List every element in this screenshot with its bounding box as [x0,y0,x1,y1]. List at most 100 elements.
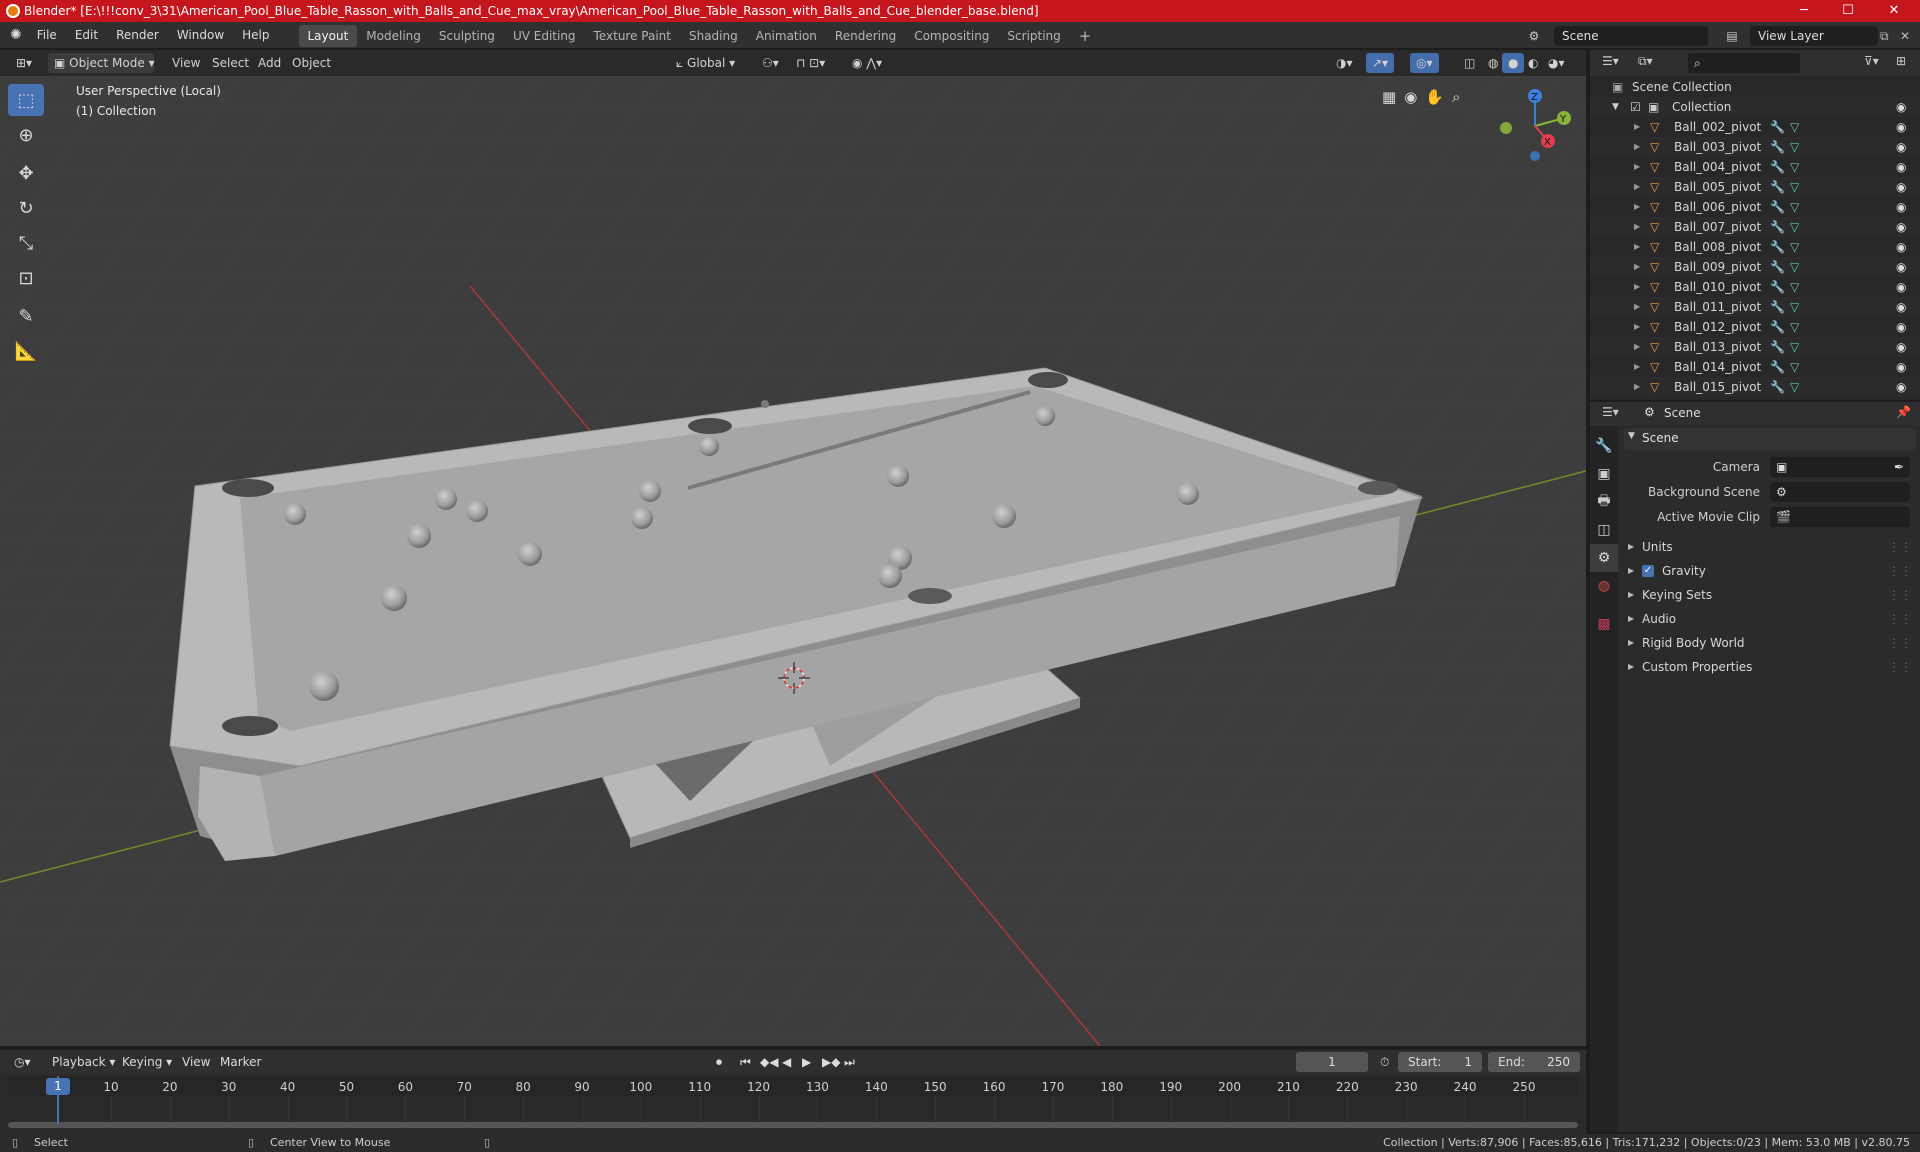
expand-icon[interactable]: ▶ [1634,197,1640,217]
eye-icon[interactable]: ◉ [1896,277,1906,297]
drag-handle-icon[interactable]: ⋮⋮ [1888,609,1912,629]
mesh-data-icon[interactable]: ▽ [1790,217,1799,237]
camera-view-icon[interactable]: ◉ [1404,88,1417,106]
expand-icon[interactable]: ▶ [1634,117,1640,137]
eye-icon[interactable]: ◉ [1896,317,1906,337]
eye-icon[interactable]: ◉ [1896,97,1906,117]
scene-tab-icon[interactable]: ⚙ [1590,544,1618,572]
modifier-icon[interactable]: 🔧 [1770,177,1785,197]
menu-render[interactable]: Render [107,22,168,48]
drag-handle-icon[interactable]: ⋮⋮ [1888,657,1912,677]
add-menu[interactable]: Add [252,53,287,73]
outliner-item[interactable]: ▶ ▽ Ball_013_pivot 🔧 ▽ ◉ [1590,337,1920,357]
rendered-shading-icon[interactable]: ◕▾ [1542,53,1571,73]
property-section-header[interactable]: ▶ Units ⋮⋮ [1624,537,1916,557]
eye-icon[interactable]: ◉ [1896,217,1906,237]
mesh-data-icon[interactable]: ▽ [1790,137,1799,157]
transform-tool-icon[interactable]: ⊡ [8,262,44,294]
mesh-data-icon[interactable]: ▽ [1790,257,1799,277]
scale-tool-icon[interactable]: ⤡ [8,227,44,259]
end-frame-field[interactable]: End: 250 [1488,1052,1580,1072]
eye-icon[interactable]: ◉ [1896,237,1906,257]
view-layer-tab-icon[interactable]: ◫ [1590,516,1618,544]
expand-icon[interactable]: ▶ [1634,177,1640,197]
expand-icon[interactable]: ▶ [1634,377,1640,397]
outliner-item[interactable]: ▶ ▽ Ball_009_pivot 🔧 ▽ ◉ [1590,257,1920,277]
rotate-tool-icon[interactable]: ↻ [8,192,44,224]
expand-icon[interactable]: ▶ [1634,157,1640,177]
timeline-track-area[interactable] [8,1096,1578,1122]
modifier-icon[interactable]: 🔧 [1770,357,1785,377]
outliner-item[interactable]: ▶ ▽ Ball_012_pivot 🔧 ▽ ◉ [1590,317,1920,337]
drag-handle-icon[interactable]: ⋮⋮ [1888,537,1912,557]
outliner-item[interactable]: ▶ ▽ Ball_005_pivot 🔧 ▽ ◉ [1590,177,1920,197]
record-icon[interactable]: ⏺ [710,1052,728,1072]
mesh-data-icon[interactable]: ▽ [1790,297,1799,317]
view-layer-name-field[interactable]: View Layer [1750,26,1878,46]
timeline-editor-type-icon[interactable]: ◷▾ [8,1052,37,1072]
expand-icon[interactable]: ▶ [1634,317,1640,337]
maximize-button[interactable]: ☐ [1828,0,1868,22]
object-menu[interactable]: Object [286,53,337,73]
outliner-item[interactable]: ▶ ▽ Ball_011_pivot 🔧 ▽ ◉ [1590,297,1920,317]
outliner-scene-collection[interactable]: ▣ Scene Collection [1590,77,1920,97]
modifier-icon[interactable]: 🔧 [1770,117,1785,137]
3d-viewport[interactable]: User Perspective (Local) (1) Collection … [0,76,1586,1046]
scene-icon[interactable]: ⚙ [1524,26,1544,46]
filter-icon[interactable]: ⊽▾ [1864,54,1879,68]
modifier-icon[interactable]: 🔧 [1770,297,1785,317]
marker-menu[interactable]: Marker [214,1052,267,1072]
outliner-item[interactable]: ▶ ▽ Ball_003_pivot 🔧 ▽ ◉ [1590,137,1920,157]
modifier-icon[interactable]: 🔧 [1770,237,1785,257]
pin-icon[interactable]: 📌 [1896,405,1911,419]
start-frame-field[interactable]: Start: 1 [1398,1052,1482,1072]
view-menu[interactable]: View [166,53,206,73]
collapse-icon[interactable]: ▼ [1612,97,1619,117]
mesh-data-icon[interactable]: ▽ [1790,197,1799,217]
new-collection-icon[interactable]: ⊞ [1896,54,1906,68]
mesh-data-icon[interactable]: ▽ [1790,177,1799,197]
menu-window[interactable]: Window [168,22,233,48]
expand-icon[interactable]: ▶ [1634,297,1640,317]
object-mode-dropdown[interactable]: ▣ Object Mode ▾ [48,53,155,73]
mesh-data-icon[interactable]: ▽ [1790,277,1799,297]
outliner-item[interactable]: ▶ ▽ Ball_014_pivot 🔧 ▽ ◉ [1590,357,1920,377]
timeline-view-menu[interactable]: View [176,1052,216,1072]
modifier-icon[interactable]: 🔧 [1770,317,1785,337]
move-tool-icon[interactable]: ✥ [8,157,44,189]
gizmo-toggle-icon[interactable]: ↗▾ [1366,53,1395,73]
outliner-collection[interactable]: ▼ ☑ ▣ Collection ◉ [1590,97,1920,117]
checkbox-icon[interactable]: ☑ [1630,97,1641,117]
modifier-icon[interactable]: 🔧 [1770,217,1785,237]
minimize-button[interactable]: ─ [1784,0,1824,22]
expand-icon[interactable]: ▶ [1634,217,1640,237]
property-section-header[interactable]: ▶ Rigid Body World ⋮⋮ [1624,633,1916,653]
cursor-tool-icon[interactable]: ⊕ [8,119,44,151]
background-scene-field[interactable]: ⚙ [1770,482,1910,502]
play-icon[interactable]: ▶ [796,1052,817,1072]
eye-icon[interactable]: ◉ [1896,197,1906,217]
outliner-search-input[interactable]: ⌕ [1688,53,1800,73]
expand-icon[interactable]: ▶ [1634,257,1640,277]
timeline-scrollbar[interactable] [8,1122,1578,1128]
workspace-tab-sculpting[interactable]: Sculpting [430,25,504,47]
close-window-button[interactable]: ✕ [1874,0,1914,22]
scene-panel-header[interactable]: ▼ Scene [1624,428,1916,450]
playback-menu[interactable]: Playback ▾ [46,1052,121,1072]
eye-icon[interactable]: ◉ [1896,297,1906,317]
tool-tab-icon[interactable]: 🔧 [1590,432,1618,460]
outliner-item[interactable]: ▶ ▽ Ball_004_pivot 🔧 ▽ ◉ [1590,157,1920,177]
new-view-layer-icon[interactable]: ⧉ [1880,26,1898,46]
eye-icon[interactable]: ◉ [1896,157,1906,177]
jump-end-icon[interactable]: ⏭ [838,1052,861,1072]
drag-handle-icon[interactable]: ⋮⋮ [1888,561,1912,581]
properties-editor-type-icon[interactable]: ☰▾ [1602,405,1619,419]
current-frame-field[interactable]: 1 [1296,1052,1368,1072]
blender-menu-icon[interactable]: ✺ [0,22,28,48]
grid-view-icon[interactable]: ▦ [1382,88,1396,106]
mesh-data-icon[interactable]: ▽ [1790,337,1799,357]
expand-icon[interactable]: ▶ [1634,137,1640,157]
eye-icon[interactable]: ◉ [1896,377,1906,397]
workspace-tab-uv-editing[interactable]: UV Editing [504,25,585,47]
drag-handle-icon[interactable]: ⋮⋮ [1888,633,1912,653]
